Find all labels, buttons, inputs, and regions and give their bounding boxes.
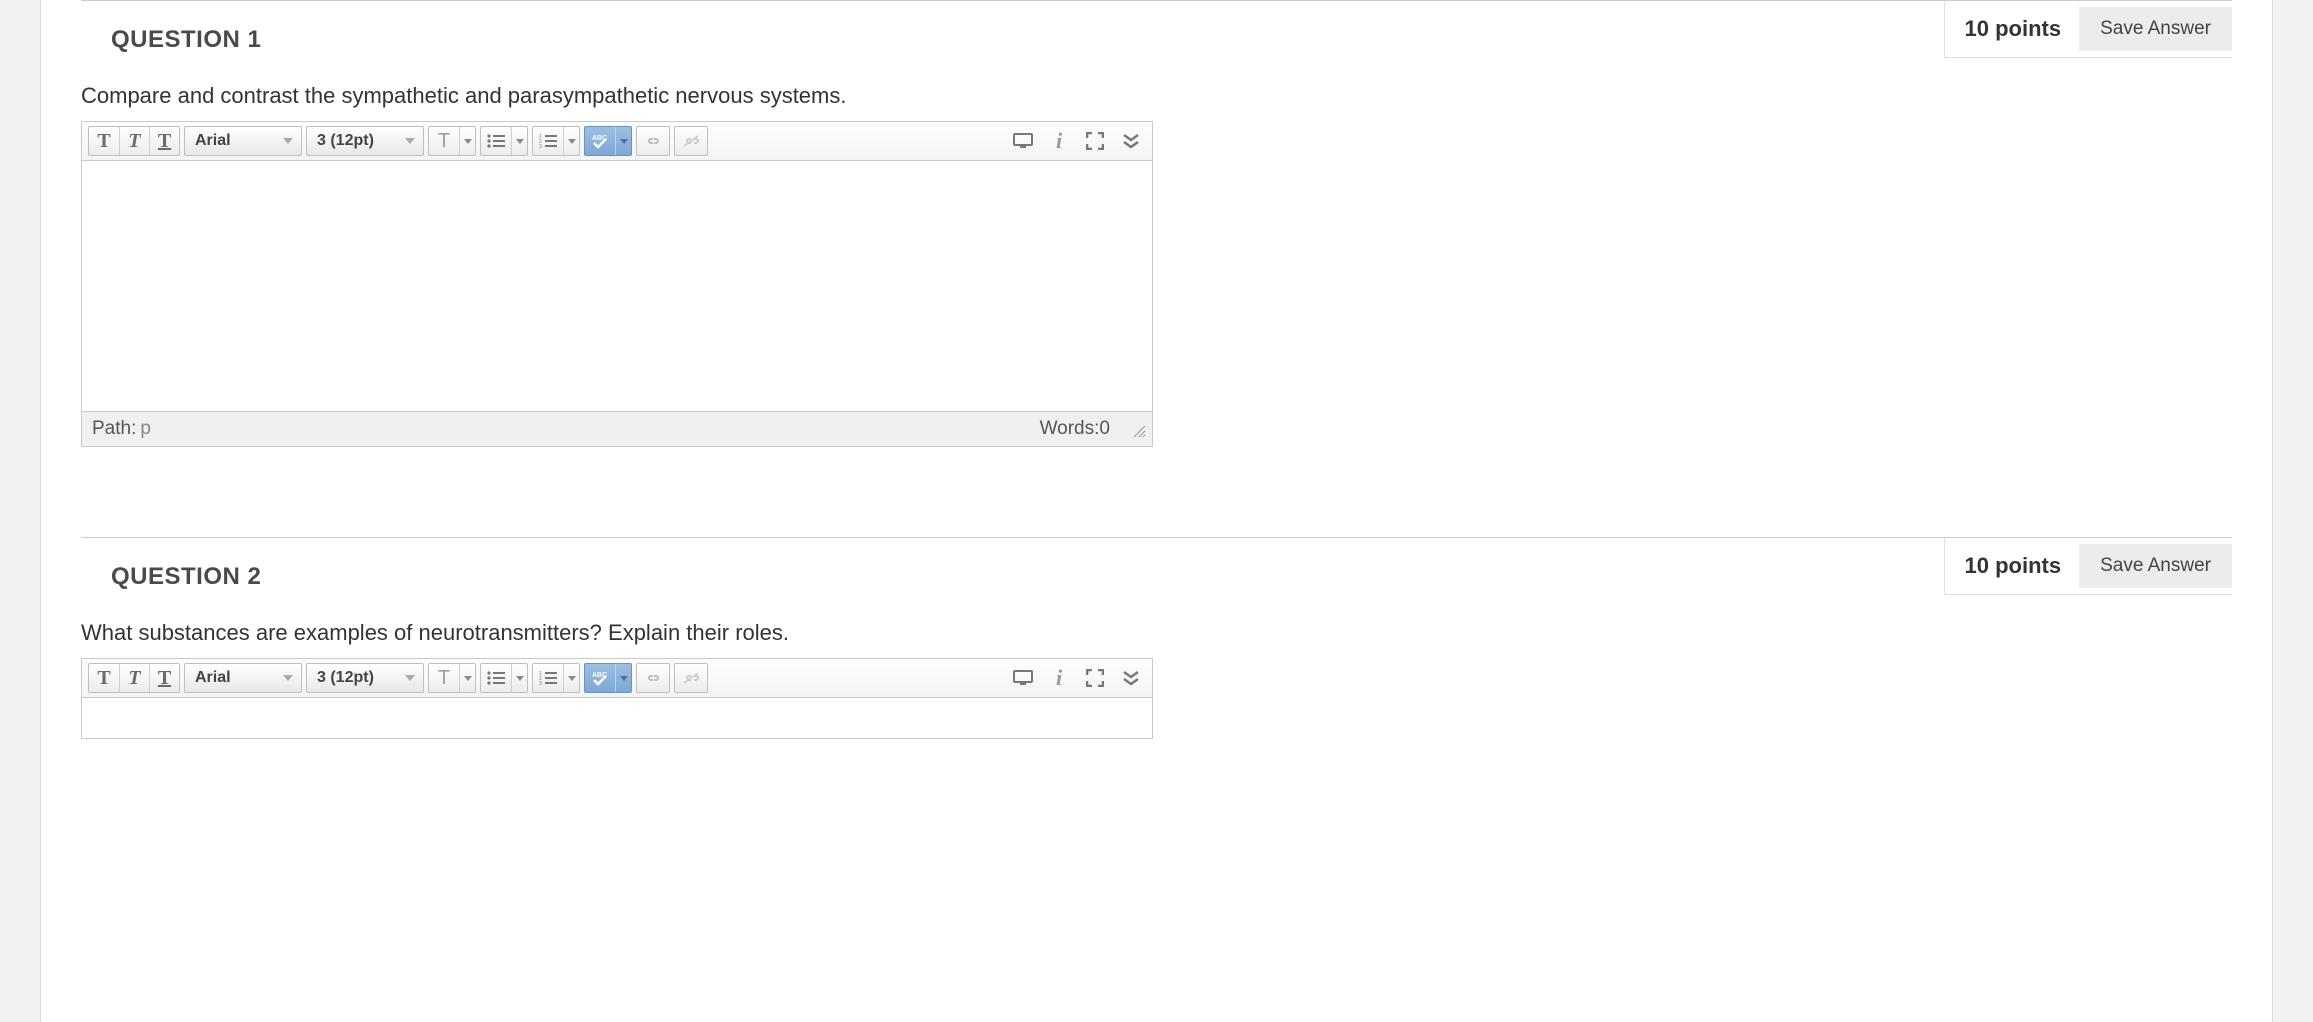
chevron-down-icon: [511, 127, 527, 155]
chevron-down-icon: [563, 127, 579, 155]
question-meta: 10 points Save Answer: [1944, 538, 2232, 595]
text-color-button[interactable]: T: [428, 126, 476, 156]
chevron-down-icon: [615, 127, 631, 155]
bold-button[interactable]: T: [89, 127, 119, 155]
bullet-list-button[interactable]: [480, 126, 528, 156]
svg-text:3: 3: [539, 681, 542, 685]
numbered-list-button[interactable]: 123: [532, 663, 580, 693]
spellcheck-button[interactable]: ABC: [584, 663, 632, 693]
bold-button[interactable]: T: [89, 664, 119, 692]
underline-button[interactable]: T: [149, 664, 179, 692]
unlink-icon: [682, 671, 700, 685]
unlink-icon: [682, 134, 700, 148]
save-answer-button[interactable]: Save Answer: [2079, 544, 2232, 588]
words-label: Words:: [1040, 418, 1100, 439]
chevron-down-icon: [401, 669, 419, 687]
numbered-list-icon: 123: [533, 664, 563, 692]
chevron-down-icon: [563, 664, 579, 692]
monitor-icon: [1013, 670, 1033, 686]
text-style-group: T T T: [88, 126, 180, 156]
text-color-button[interactable]: T: [428, 663, 476, 693]
font-family-select[interactable]: Arial: [184, 663, 302, 693]
question-2: QUESTION 2 10 points Save Answer What su…: [41, 538, 2272, 779]
bullet-list-button[interactable]: [480, 663, 528, 693]
preview-button[interactable]: [1008, 663, 1038, 693]
chevron-down-icon: [279, 132, 297, 150]
editor-textarea[interactable]: [82, 161, 1152, 411]
spellcheck-button[interactable]: ABC: [584, 126, 632, 156]
font-family-select[interactable]: Arial: [184, 126, 302, 156]
question-title: QUESTION 1: [81, 26, 261, 54]
italic-button[interactable]: T: [119, 127, 149, 155]
unlink-button[interactable]: [674, 126, 708, 156]
link-icon: [644, 134, 662, 148]
bullet-list-icon: [481, 664, 511, 692]
points-label: 10 points: [1965, 16, 2062, 42]
question-prompt: Compare and contrast the sympathetic and…: [81, 83, 2232, 109]
info-icon: i: [1056, 665, 1062, 691]
points-label: 10 points: [1965, 553, 2062, 579]
link-button[interactable]: [636, 126, 670, 156]
info-button[interactable]: i: [1044, 126, 1074, 156]
fullscreen-button[interactable]: [1080, 126, 1110, 156]
numbered-list-icon: 123: [533, 127, 563, 155]
fullscreen-button[interactable]: [1080, 663, 1110, 693]
question-1: QUESTION 1 10 points Save Answer Compare…: [41, 1, 2272, 487]
chevron-down-icon: [401, 132, 419, 150]
svg-text:3: 3: [539, 144, 542, 148]
question-title: QUESTION 2: [81, 563, 261, 591]
underline-button[interactable]: T: [149, 127, 179, 155]
preview-button[interactable]: [1008, 126, 1038, 156]
italic-button[interactable]: T: [119, 664, 149, 692]
path-value: p: [140, 418, 151, 440]
rich-text-editor: T T T Arial 3 (12pt) T: [81, 658, 1153, 739]
editor-toolbar: T T T Arial 3 (12pt) T: [82, 122, 1152, 161]
double-chevron-down-icon: [1122, 670, 1140, 686]
expand-toolbar-button[interactable]: [1116, 663, 1146, 693]
unlink-button[interactable]: [674, 663, 708, 693]
fullscreen-icon: [1086, 132, 1104, 150]
chevron-down-icon: [459, 127, 475, 155]
words-value: 0: [1099, 418, 1110, 439]
rich-text-editor: T T T Arial 3 (12pt) T: [81, 121, 1153, 447]
font-size-select[interactable]: 3 (12pt): [306, 126, 424, 156]
editor-footer: Path: p Words:0: [82, 411, 1152, 446]
fullscreen-icon: [1086, 669, 1104, 687]
save-answer-button[interactable]: Save Answer: [2079, 7, 2232, 51]
font-size-select[interactable]: 3 (12pt): [306, 663, 424, 693]
chevron-down-icon: [279, 669, 297, 687]
resize-handle[interactable]: [1128, 422, 1142, 436]
info-icon: i: [1056, 128, 1062, 154]
chevron-down-icon: [511, 664, 527, 692]
question-prompt: What substances are examples of neurotra…: [81, 620, 2232, 646]
expand-toolbar-button[interactable]: [1116, 126, 1146, 156]
editor-toolbar: T T T Arial 3 (12pt) T: [82, 659, 1152, 698]
path-label: Path:: [92, 418, 136, 440]
link-button[interactable]: [636, 663, 670, 693]
monitor-icon: [1013, 133, 1033, 149]
question-meta: 10 points Save Answer: [1944, 1, 2232, 58]
spellcheck-icon: ABC: [585, 127, 615, 155]
text-style-group: T T T: [88, 663, 180, 693]
info-button[interactable]: i: [1044, 663, 1074, 693]
chevron-down-icon: [615, 664, 631, 692]
editor-textarea[interactable]: [82, 698, 1152, 738]
double-chevron-down-icon: [1122, 133, 1140, 149]
numbered-list-button[interactable]: 123: [532, 126, 580, 156]
bullet-list-icon: [481, 127, 511, 155]
chevron-down-icon: [459, 664, 475, 692]
link-icon: [644, 671, 662, 685]
spellcheck-icon: ABC: [585, 664, 615, 692]
